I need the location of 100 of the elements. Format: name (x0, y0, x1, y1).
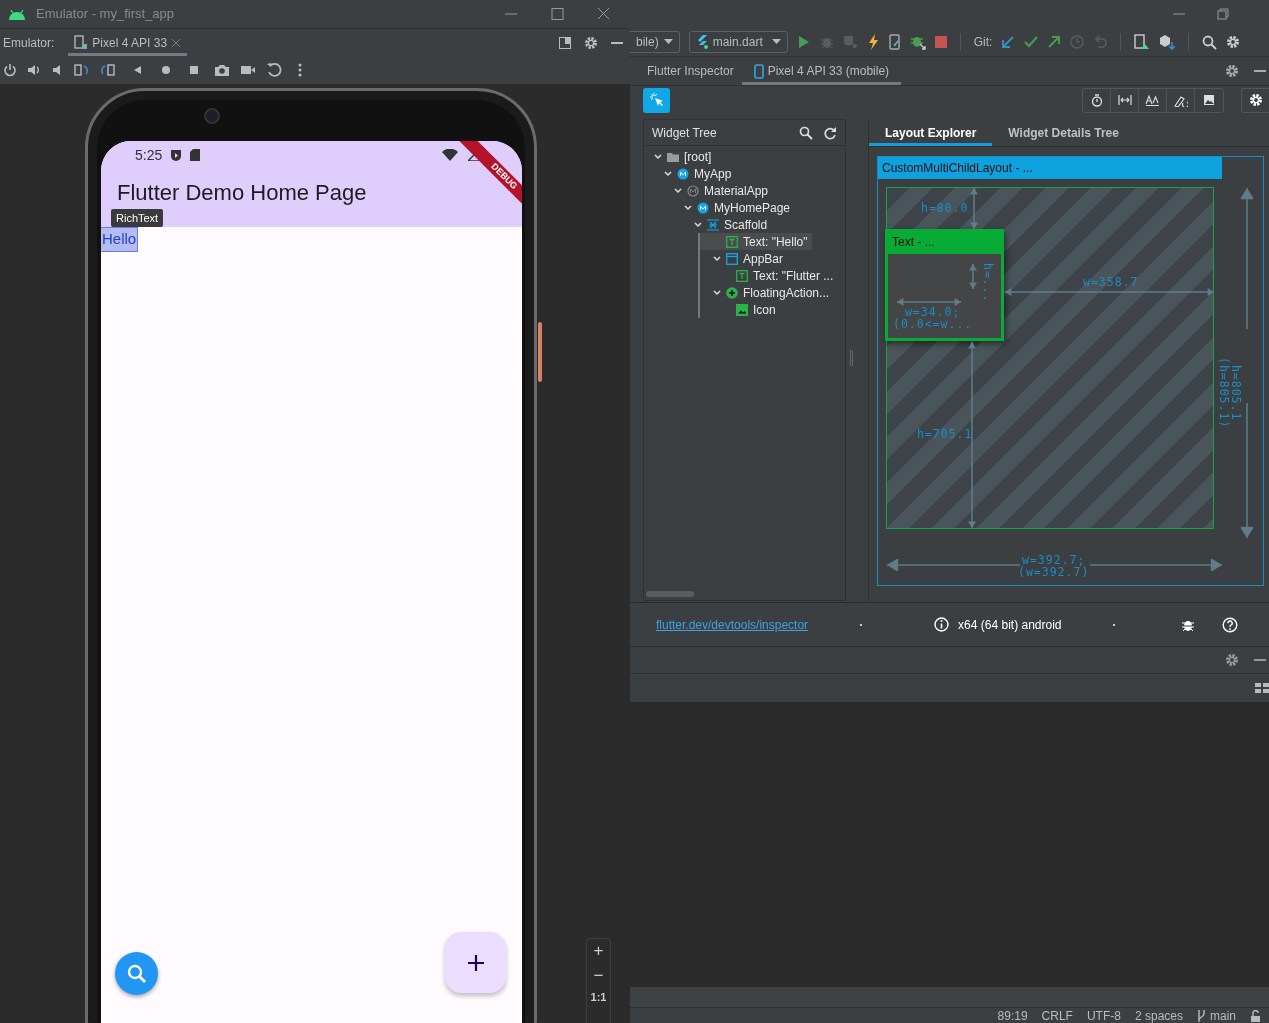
dimension-label: w=358.7 (1083, 276, 1139, 288)
search-icon[interactable] (799, 125, 813, 140)
image-icon (736, 303, 748, 316)
settings-icon (1248, 93, 1263, 107)
settings-icon[interactable] (1225, 653, 1239, 667)
splitter-handle (850, 350, 853, 366)
rotate-icon[interactable] (100, 63, 116, 77)
text-icon (736, 269, 748, 282)
tree-item[interactable]: AppBar (700, 250, 788, 267)
refresh-icon[interactable] (823, 125, 837, 140)
lock-icon[interactable] (1250, 1009, 1261, 1022)
device-icon[interactable] (1134, 34, 1151, 50)
search-button[interactable] (115, 952, 158, 995)
platform-label: x64 (64 bit) android (958, 616, 1062, 634)
chevron-icon[interactable] (684, 204, 692, 211)
tree-item[interactable]: Icon (700, 301, 780, 318)
cube-icon[interactable] (1159, 34, 1176, 50)
run-icon[interactable] (796, 35, 811, 49)
tree-item[interactable]: Text: "Flutter ... (700, 267, 838, 284)
layout-icon[interactable] (558, 35, 572, 50)
chevron-icon[interactable] (674, 187, 682, 194)
device-icon[interactable] (888, 34, 901, 50)
link[interactable]: flutter.dev/devtools/inspector (656, 615, 809, 634)
device-icon (74, 35, 89, 50)
select-widget-button[interactable] (643, 87, 670, 113)
chevron-icon[interactable] (694, 221, 702, 228)
file-dropdown[interactable]: main.dart (688, 31, 788, 53)
chevron-icon[interactable] (664, 170, 672, 177)
tree-item[interactable]: FloatingAction... (700, 284, 834, 301)
phone-icon (753, 63, 764, 79)
branch-label[interactable]: main (1197, 1007, 1236, 1023)
dimension-arrow (969, 263, 977, 290)
arrow-icon[interactable] (1047, 35, 1062, 49)
dimension-label: h=705.1 (917, 428, 973, 440)
back-icon[interactable] (132, 64, 144, 76)
check-icon[interactable] (1024, 35, 1039, 49)
tree-item[interactable]: MaterialApp (644, 182, 773, 199)
bug-icon[interactable] (909, 34, 926, 50)
tree-item[interactable]: MyHomePage (644, 199, 795, 216)
power-icon[interactable] (3, 63, 17, 77)
widget-icon (677, 167, 689, 180)
zoom-button[interactable]: − (593, 967, 604, 984)
video-icon[interactable] (240, 63, 256, 77)
window-icon (726, 252, 738, 265)
child-layout-header: Text - ... (888, 232, 1001, 254)
panel-tab[interactable]: Widget Details Tree (992, 119, 1135, 146)
tree-item[interactable]: Scaffold (644, 216, 772, 233)
restore-button[interactable] (1215, 7, 1231, 21)
plus-icon (465, 952, 486, 973)
android-icon (8, 8, 26, 20)
branch-icon (1197, 1010, 1206, 1023)
chevron-icon[interactable] (654, 153, 662, 160)
status-item[interactable]: 2 spaces (1134, 1007, 1183, 1023)
tree-item[interactable]: Text: "Hello" (700, 233, 812, 250)
tree-item[interactable]: MyApp (644, 165, 736, 182)
settings-button[interactable] (1241, 87, 1269, 113)
app-bar-title: Flutter Demo Home Page (116, 180, 367, 206)
stop-icon[interactable] (934, 36, 947, 48)
settings-icon[interactable] (1226, 35, 1241, 49)
dimension-arrow (896, 298, 962, 306)
text-size-icon (1145, 94, 1160, 106)
settings-icon[interactable] (584, 35, 598, 50)
shield-icon (170, 148, 183, 162)
caret-icon (663, 39, 673, 45)
search-icon (125, 962, 148, 985)
run-config-dropdown[interactable]: bile) (630, 31, 680, 53)
chevron-icon[interactable] (713, 289, 721, 296)
body-text: Hello (101, 228, 138, 251)
volume-up-icon[interactable] (27, 63, 42, 77)
chevron-icon[interactable] (713, 255, 721, 262)
panel-title: Widget Tree (652, 124, 717, 142)
dimension-label: w=392.7; (w=392.7) (1018, 554, 1090, 578)
zoom-button[interactable]: 1:1 (590, 992, 607, 1003)
info-icon (934, 617, 950, 632)
arrow-icon[interactable] (1001, 35, 1016, 49)
dimension-arrow (970, 187, 978, 230)
status-item[interactable]: 89:19 (997, 1007, 1028, 1023)
search-icon[interactable] (1202, 34, 1218, 50)
status-item[interactable]: UTF-8 (1086, 1007, 1121, 1023)
maximize-button[interactable] (548, 7, 566, 21)
status-item[interactable]: CRLF (1041, 1007, 1073, 1023)
home-icon[interactable] (160, 64, 172, 76)
lightning-icon[interactable] (867, 34, 880, 50)
settings-icon[interactable] (1225, 64, 1239, 78)
rotate-icon[interactable] (74, 63, 90, 77)
camera-lens (204, 108, 220, 124)
help-icon[interactable] (1221, 616, 1238, 633)
git-label: Git: (973, 34, 993, 51)
dimension-label: h=80.0 (921, 202, 969, 214)
zoom-button[interactable]: + (593, 942, 604, 959)
panel-tab[interactable]: Layout Explorer (869, 119, 993, 146)
replay-icon[interactable] (266, 62, 282, 78)
camera-icon[interactable] (214, 63, 230, 77)
more-icon[interactable] (298, 63, 302, 77)
device-tab[interactable]: Pixel 4 API 33 (68, 29, 188, 56)
tree-item[interactable]: [root] (644, 148, 716, 165)
overview-icon[interactable] (188, 64, 200, 76)
device-tab[interactable]: Pixel 4 API 33 (mobile) (741, 57, 902, 85)
dimension-label: h=... (982, 263, 994, 303)
layout-icon[interactable] (1255, 682, 1269, 694)
